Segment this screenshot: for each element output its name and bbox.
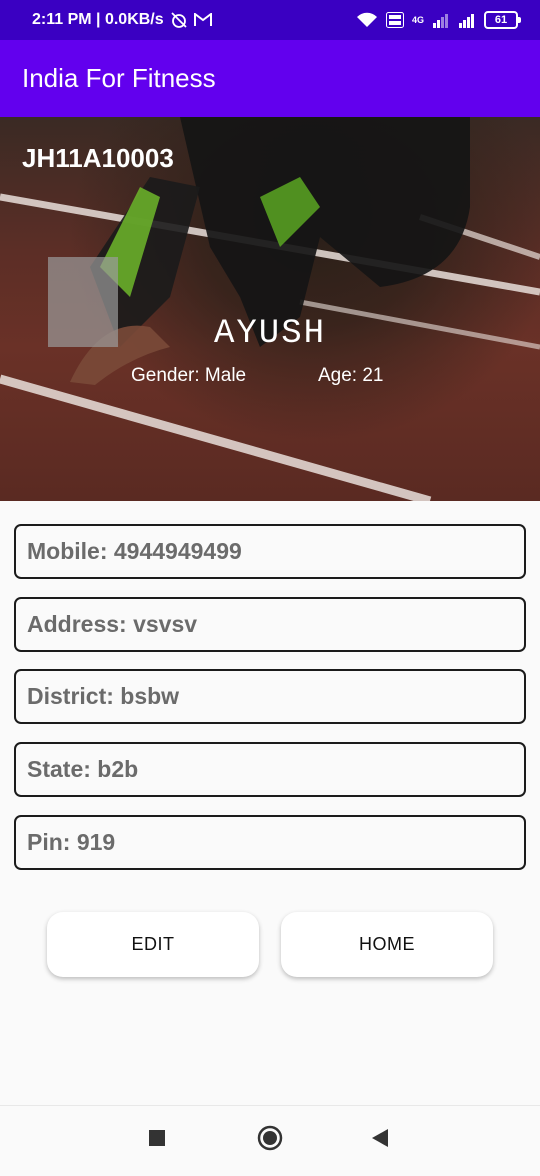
district-field: District: bsbw [14, 669, 526, 724]
network-type-label: 4G [411, 15, 424, 25]
app-bar: India For Fitness [0, 40, 540, 117]
address-field: Address: vsvsv [14, 597, 526, 652]
navigation-bar [0, 1105, 540, 1171]
profile-header: JH11A10003 AYUSH Gender: Male Age: 21 [0, 117, 540, 501]
recents-icon[interactable] [149, 1130, 165, 1146]
address-text: Address: vsvsv [27, 611, 198, 637]
profile-age: Age: 21 [318, 365, 384, 386]
home-button[interactable]: HOME [281, 912, 493, 977]
profile-gender: Gender: Male [131, 365, 247, 386]
profile-name: AYUSH [213, 315, 327, 353]
mobile-text: Mobile: 4944949499 [27, 538, 242, 564]
signal-icon-1 [432, 12, 450, 28]
volte-icon [385, 12, 404, 28]
app-title: India For Fitness [22, 63, 216, 93]
home-nav-icon[interactable] [257, 1125, 283, 1151]
track-background-image [0, 117, 540, 501]
state-text: State: b2b [27, 756, 139, 782]
state-field: State: b2b [14, 742, 526, 797]
gmail-icon [193, 13, 212, 27]
mobile-field: Mobile: 4944949499 [14, 524, 526, 579]
registration-id: JH11A10003 [22, 143, 174, 173]
pin-text: Pin: 919 [27, 829, 116, 855]
back-icon[interactable] [372, 1129, 388, 1147]
status-bar: 2:11 PM | 0.0KB/s 4G 61 [0, 0, 540, 40]
status-time-speed: 2:11 PM | 0.0KB/s [32, 11, 164, 28]
alarm-off-icon [170, 11, 188, 29]
wifi-icon [356, 12, 378, 28]
edit-button[interactable]: EDIT [47, 912, 259, 977]
district-text: District: bsbw [27, 683, 180, 709]
pin-field: Pin: 919 [14, 815, 526, 870]
battery-icon: 61 [484, 11, 521, 29]
signal-icon-2 [458, 12, 476, 28]
